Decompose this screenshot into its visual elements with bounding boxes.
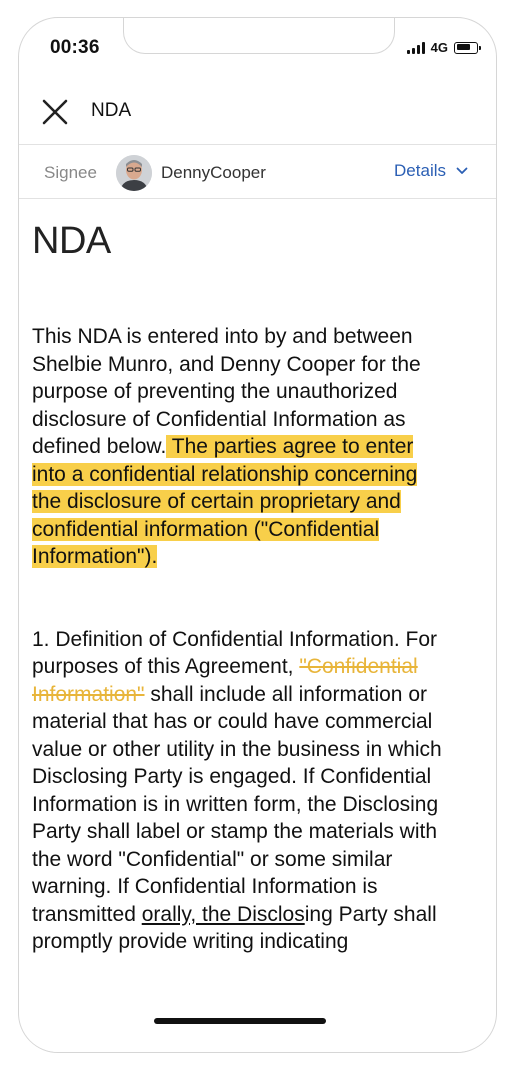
app-header: NDA <box>19 78 496 145</box>
details-label: Details <box>394 161 446 180</box>
signee-label: Signee <box>44 163 97 182</box>
intro-paragraph: This NDA is entered into by and between … <box>32 323 452 571</box>
page-title: NDA <box>91 100 132 121</box>
status-time: 00:36 <box>50 37 100 58</box>
chevron-down-icon <box>456 167 468 174</box>
close-icon <box>42 99 68 125</box>
section-1-paragraph: 1. Definition of Confidential Informatio… <box>32 626 452 956</box>
document-title: NDA <box>32 220 111 262</box>
underlined-text[interactable]: orally, the Disclos <box>142 903 305 926</box>
status-bar: 00:36 4G <box>19 18 496 78</box>
battery-icon <box>454 41 481 54</box>
section-1-text-b: shall include all information or materia… <box>32 682 442 926</box>
document-body: NDA This NDA is entered into by and betw… <box>32 220 452 1047</box>
network-type: 4G <box>430 40 448 55</box>
avatar <box>116 155 152 191</box>
status-indicators: 4G <box>406 40 481 55</box>
signee-name: DennyCooper <box>161 163 266 182</box>
home-indicator[interactable] <box>154 1018 326 1024</box>
signee-bar: Signee DennyCooper Details <box>19 146 496 199</box>
signal-icon <box>406 41 425 54</box>
details-button[interactable]: Details <box>394 161 468 181</box>
close-button[interactable] <box>39 96 71 128</box>
